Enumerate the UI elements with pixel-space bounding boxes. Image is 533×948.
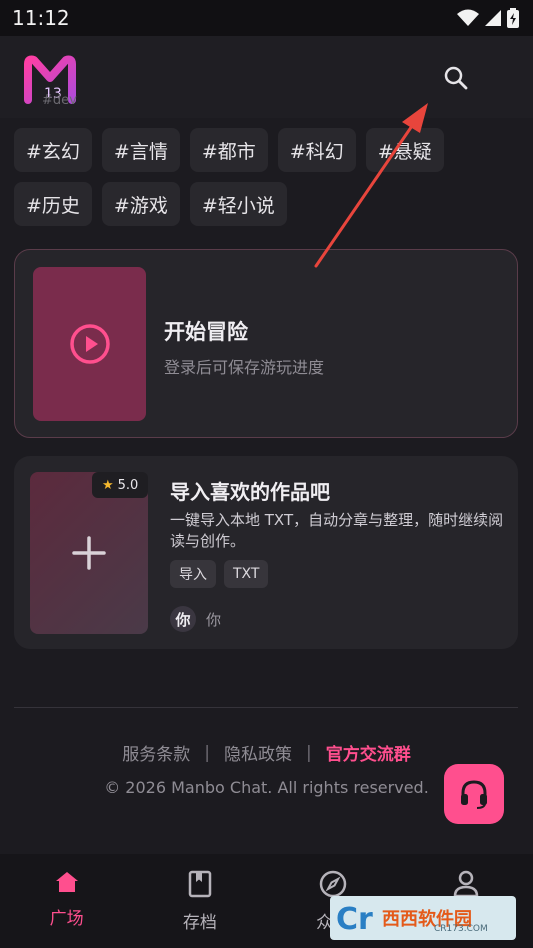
wifi-icon: [457, 9, 479, 26]
headset-icon: [461, 780, 487, 809]
status-icons: [457, 8, 519, 28]
footer-separator: |: [306, 742, 312, 763]
footer-links: 服务条款 | 隐私政策 | 官方交流群: [0, 740, 533, 766]
tag-chip[interactable]: #都市: [189, 128, 268, 172]
home-icon: [55, 872, 78, 892]
avatar: 你: [170, 606, 196, 632]
search-icon: [444, 66, 468, 90]
start-adventure-card[interactable]: 开始冒险 登录后可保存游玩进度: [14, 249, 518, 438]
rating-value: 5.0: [117, 477, 139, 493]
search-button[interactable]: [438, 60, 474, 96]
play-icon: [69, 324, 110, 364]
watermark-sub: CR173.COM: [434, 924, 488, 934]
person-icon: [454, 870, 479, 898]
rating-badge: ★ 5.0: [92, 472, 149, 498]
author-row: 你 你: [170, 606, 221, 632]
nav-label: 广场: [49, 909, 84, 929]
tag-chip[interactable]: #科幻: [277, 128, 356, 172]
tag-chip[interactable]: #历史: [14, 182, 92, 226]
status-time: 11:12: [12, 6, 70, 30]
import-work-card[interactable]: ★ 5.0 导入喜欢的作品吧 一键导入本地 TXT，自动分章与整理，随时继续阅读…: [14, 456, 518, 649]
tag-txt: TXT: [224, 560, 269, 588]
genre-tags: #玄幻 #言情 #都市 #科幻 #悬疑 #历史 #游戏 #轻小说: [14, 128, 519, 226]
compass-icon: [319, 870, 347, 898]
adventure-cover: [33, 267, 146, 421]
signal-icon: [485, 10, 501, 26]
import-tags: 导入 TXT: [170, 560, 269, 588]
import-description: 一键导入本地 TXT，自动分章与整理，随时继续阅读与创作。: [170, 511, 504, 550]
svg-text:Cr: Cr: [336, 902, 373, 935]
logo-dev-tag: #dev: [42, 93, 77, 108]
adventure-subtitle: 登录后可保存游玩进度: [164, 358, 325, 377]
customer-support-button[interactable]: [444, 764, 504, 824]
tag-import: 导入: [170, 560, 216, 588]
app-header: 13 #dev: [0, 36, 533, 118]
tag-chip[interactable]: #玄幻: [14, 128, 92, 172]
nav-archive[interactable]: 存档: [133, 854, 266, 948]
author-name: 你: [206, 610, 222, 629]
watermark-logo: Cr: [336, 902, 373, 935]
footer-separator: |: [204, 742, 210, 763]
bookmark-icon: [188, 870, 212, 898]
tag-chip[interactable]: #游戏: [101, 182, 180, 226]
import-title: 导入喜欢的作品吧: [170, 480, 330, 504]
official-group-link[interactable]: 官方交流群: [326, 740, 411, 765]
tag-chip[interactable]: #悬疑: [365, 128, 444, 172]
plus-icon: [72, 536, 106, 570]
battery-icon: [507, 8, 519, 28]
adventure-title: 开始冒险: [164, 320, 248, 344]
terms-link[interactable]: 服务条款: [122, 740, 190, 765]
status-bar: 11:12: [0, 0, 533, 36]
nav-square[interactable]: 广场: [0, 854, 133, 948]
star-icon: ★: [102, 477, 114, 493]
nav-label: 存档: [182, 913, 217, 933]
privacy-link[interactable]: 隐私政策: [224, 740, 292, 765]
watermark: Cr 西西软件园 CR173.COM: [330, 896, 516, 940]
footer-divider: [14, 707, 518, 708]
tag-chip[interactable]: #言情: [101, 128, 180, 172]
tag-chip[interactable]: #轻小说: [189, 182, 287, 226]
